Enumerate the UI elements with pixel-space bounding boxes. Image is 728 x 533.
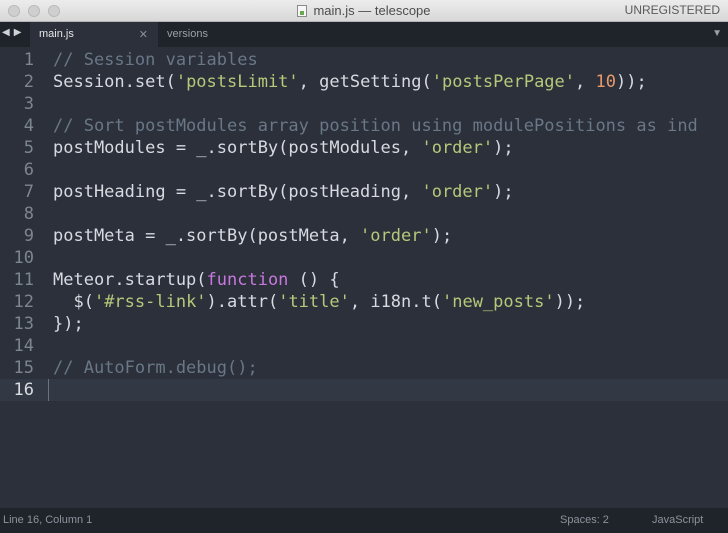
code-token: 'title' bbox=[278, 292, 350, 312]
code-token: )); bbox=[554, 292, 586, 312]
code-token: ); bbox=[493, 138, 514, 158]
line-number: 13 bbox=[13, 314, 34, 334]
code-token: postMeta = _.sortBy(postMeta, bbox=[53, 226, 361, 246]
code-line[interactable]: 16 bbox=[0, 379, 728, 401]
line-number: 10 bbox=[13, 248, 34, 268]
code-line[interactable]: 5 postModules = _.sortBy(postModules, 'or… bbox=[0, 137, 728, 159]
line-number: 9 bbox=[23, 226, 34, 246]
line-number: 7 bbox=[23, 182, 34, 202]
code-token: () { bbox=[288, 270, 340, 290]
nav-forward-icon[interactable]: ▶ bbox=[14, 27, 22, 38]
code-token: // AutoForm.debug(); bbox=[53, 358, 258, 378]
code-line[interactable]: 10 bbox=[0, 247, 728, 269]
code-token: 'order' bbox=[360, 226, 432, 246]
code-text[interactable]: postModules = _.sortBy(postModules, 'ord… bbox=[53, 137, 514, 159]
line-number: 16 bbox=[13, 380, 34, 400]
line-number: 2 bbox=[23, 72, 34, 92]
tab-nav-arrows: ◀ ▶ bbox=[2, 27, 21, 38]
code-token: function bbox=[206, 270, 289, 290]
code-token: 'postsPerPage' bbox=[431, 72, 576, 92]
code-text[interactable]: Meteor.startup(function () { bbox=[53, 269, 340, 291]
tab-versions[interactable]: versions bbox=[158, 22, 288, 47]
syntax-selector[interactable]: JavaScript bbox=[652, 514, 703, 526]
line-number: 14 bbox=[13, 336, 34, 356]
code-token: 'order' bbox=[421, 182, 494, 202]
code-token: , i18n.t( bbox=[349, 292, 442, 312]
window-title: main.js — telescope bbox=[313, 3, 431, 18]
line-number: 5 bbox=[23, 138, 34, 158]
tab-label: versions bbox=[167, 28, 208, 40]
indentation-setting[interactable]: Spaces: 2 bbox=[560, 514, 609, 526]
code-token: 'postsLimit' bbox=[175, 72, 299, 92]
code-line[interactable]: 7 postHeading = _.sortBy(postHeading, 'or… bbox=[0, 181, 728, 203]
tab-label: main.js bbox=[39, 28, 74, 40]
code-line[interactable]: 14 bbox=[0, 335, 728, 357]
code-line[interactable]: 11 Meteor.startup(function () { bbox=[0, 269, 728, 291]
cursor-position: Line 16, Column 1 bbox=[3, 514, 93, 526]
code-token: postModules = _.sortBy(postModules, bbox=[53, 138, 422, 158]
code-token: Meteor.startup( bbox=[53, 270, 207, 290]
title-bar: main.js — telescope UNREGISTERED bbox=[0, 0, 728, 22]
code-token: // Session variables bbox=[53, 50, 258, 70]
code-line[interactable]: 15 // AutoForm.debug(); bbox=[0, 357, 728, 379]
line-number: 12 bbox=[13, 292, 34, 312]
code-token: postHeading = _.sortBy(postHeading, bbox=[53, 182, 422, 202]
code-text[interactable]: }); bbox=[53, 313, 84, 335]
code-text[interactable]: Session.set('postsLimit', getSetting('po… bbox=[53, 71, 647, 93]
status-bar: Line 16, Column 1 Spaces: 2 JavaScript bbox=[0, 508, 728, 533]
code-token: 'new_posts' bbox=[441, 292, 555, 312]
code-text[interactable]: postMeta = _.sortBy(postMeta, 'order'); bbox=[53, 225, 452, 247]
editor-window: main.js — telescope UNREGISTERED ◀ ▶ mai… bbox=[0, 0, 728, 533]
code-line[interactable]: 8 bbox=[0, 203, 728, 225]
code-line[interactable]: 2 Session.set('postsLimit', getSetting('p… bbox=[0, 71, 728, 93]
code-line[interactable]: 6 bbox=[0, 159, 728, 181]
line-number: 1 bbox=[23, 50, 34, 70]
code-line[interactable]: 1 // Session variables bbox=[0, 49, 728, 71]
line-number: 8 bbox=[23, 204, 34, 224]
code-token: 10 bbox=[595, 72, 616, 92]
line-number: 11 bbox=[13, 270, 34, 290]
code-token: )); bbox=[615, 72, 647, 92]
code-line[interactable]: 13}); bbox=[0, 313, 728, 335]
line-number: 3 bbox=[23, 94, 34, 114]
close-icon[interactable]: ✕ bbox=[139, 28, 148, 41]
code-token: Session.set( bbox=[53, 72, 176, 92]
code-line[interactable]: 4 // Sort postModules array position usin… bbox=[0, 115, 728, 137]
code-text[interactable]: postHeading = _.sortBy(postHeading, 'ord… bbox=[53, 181, 514, 203]
code-line[interactable]: 9 postMeta = _.sortBy(postMeta, 'order'); bbox=[0, 225, 728, 247]
code-text[interactable]: // AutoForm.debug(); bbox=[53, 357, 258, 379]
code-token: ); bbox=[431, 226, 453, 246]
document-icon bbox=[297, 5, 308, 17]
code-text[interactable]: // Sort postModules array position using… bbox=[53, 115, 698, 137]
code-line[interactable]: 3 bbox=[0, 93, 728, 115]
line-number: 6 bbox=[23, 160, 34, 180]
code-token: ).attr( bbox=[206, 292, 279, 312]
tab-overflow-icon[interactable]: ▼ bbox=[712, 28, 722, 39]
code-token: 'order' bbox=[421, 138, 494, 158]
code-token: , getSetting( bbox=[298, 72, 432, 92]
nav-back-icon[interactable]: ◀ bbox=[2, 27, 10, 38]
code-token: }); bbox=[53, 314, 84, 334]
code-line[interactable]: 12 $('#rss-link').attr('title', i18n.t('… bbox=[0, 291, 728, 313]
line-number: 4 bbox=[23, 116, 34, 136]
code-text[interactable]: // Session variables bbox=[53, 49, 258, 71]
code-editor[interactable]: 1// Session variables 2 Session.set('posts… bbox=[0, 47, 728, 508]
code-text[interactable]: $('#rss-link').attr('title', i18n.t('new… bbox=[53, 291, 585, 313]
tab-bar: ◀ ▶ main.js ✕ versions ▼ bbox=[0, 22, 728, 47]
window-title-area: main.js — telescope bbox=[0, 3, 728, 18]
code-token: ); bbox=[493, 182, 514, 202]
code-token: , bbox=[575, 72, 596, 92]
code-token: // Sort postModules array position using… bbox=[53, 116, 698, 136]
text-cursor bbox=[48, 379, 49, 401]
tab-main-js[interactable]: main.js ✕ bbox=[30, 22, 158, 47]
line-number: 15 bbox=[13, 358, 34, 378]
code-token: '#rss-link' bbox=[93, 292, 207, 312]
code-token: $( bbox=[53, 292, 94, 312]
registration-status: UNREGISTERED bbox=[624, 3, 720, 17]
